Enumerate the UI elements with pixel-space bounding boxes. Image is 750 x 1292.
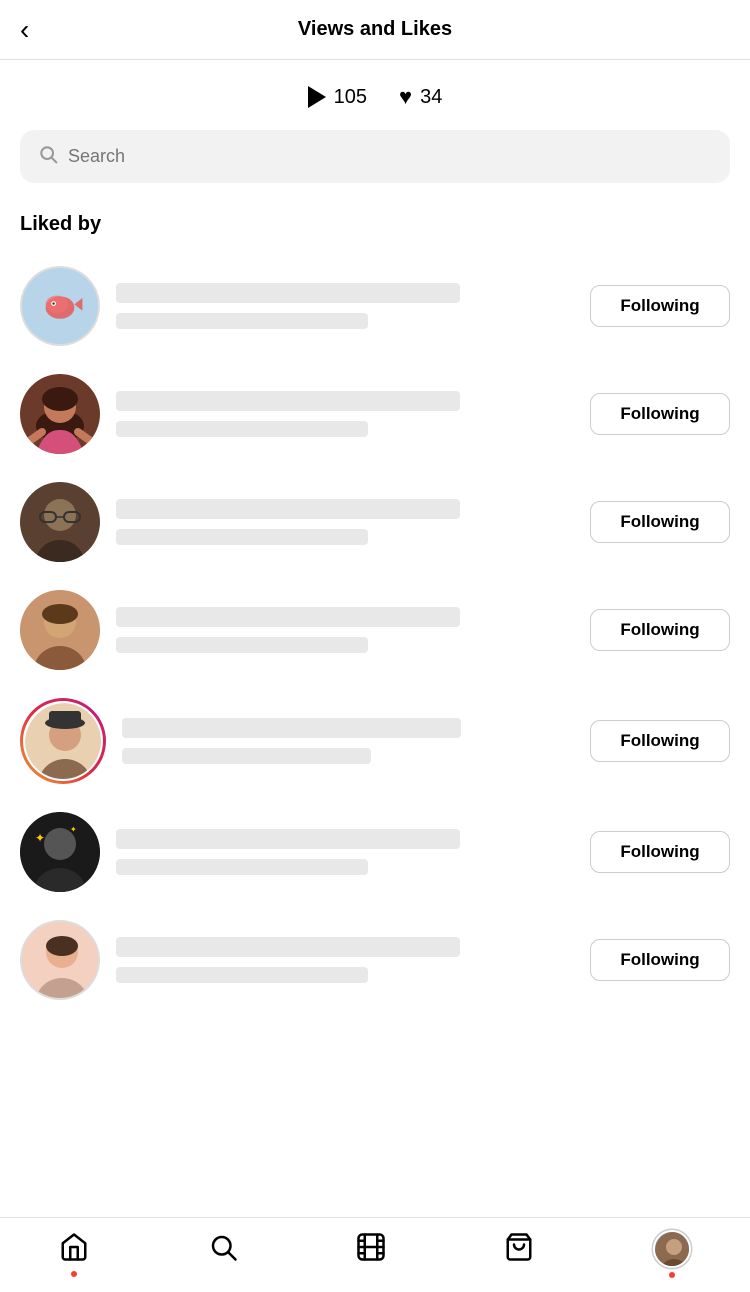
avatar xyxy=(20,920,100,1000)
reels-icon xyxy=(356,1232,386,1267)
views-count: 105 xyxy=(334,86,367,109)
nav-profile[interactable] xyxy=(653,1230,691,1268)
following-button[interactable]: Following xyxy=(590,720,730,762)
search-bar xyxy=(20,130,730,183)
list-item: Following xyxy=(0,468,750,576)
following-button[interactable]: Following xyxy=(590,939,730,981)
following-button[interactable]: Following xyxy=(590,501,730,543)
handle-placeholder xyxy=(116,967,368,983)
back-button[interactable]: ‹ xyxy=(20,16,29,44)
profile-avatar xyxy=(653,1230,691,1268)
avatar-story-ring xyxy=(20,698,106,784)
handle-placeholder xyxy=(116,637,368,653)
user-info xyxy=(122,718,574,764)
avatar xyxy=(20,482,100,562)
svg-text:✦: ✦ xyxy=(35,831,45,845)
avatar: ✦ ✦ xyxy=(20,812,100,892)
username-placeholder xyxy=(116,499,460,519)
handle-placeholder xyxy=(116,421,368,437)
play-icon xyxy=(308,86,326,108)
search-nav-icon xyxy=(208,1232,238,1267)
nav-home[interactable] xyxy=(59,1232,89,1267)
username-placeholder xyxy=(116,829,460,849)
user-list: Following Following xyxy=(0,252,750,1114)
username-placeholder xyxy=(116,937,460,957)
handle-placeholder xyxy=(116,859,368,875)
list-item: Following xyxy=(0,684,750,798)
search-icon xyxy=(38,144,58,169)
handle-placeholder xyxy=(116,529,368,545)
svg-text:✦: ✦ xyxy=(70,825,77,834)
following-button[interactable]: Following xyxy=(590,831,730,873)
user-info xyxy=(116,391,574,437)
username-placeholder xyxy=(122,718,461,738)
user-info xyxy=(116,829,574,875)
avatar xyxy=(20,266,100,346)
likes-count: 34 xyxy=(420,86,442,109)
heart-icon: ♥ xyxy=(399,84,412,110)
username-placeholder xyxy=(116,391,460,411)
handle-placeholder xyxy=(116,313,368,329)
list-item: ✦ ✦ Following xyxy=(0,798,750,906)
following-button[interactable]: Following xyxy=(590,285,730,327)
list-item: Following xyxy=(0,906,750,1014)
search-input[interactable] xyxy=(68,146,712,167)
nav-reels[interactable] xyxy=(356,1232,386,1267)
search-container xyxy=(0,130,750,203)
following-button[interactable]: Following xyxy=(590,609,730,651)
list-item: Following xyxy=(0,576,750,684)
following-button[interactable]: Following xyxy=(590,393,730,435)
handle-placeholder xyxy=(122,748,371,764)
stats-row: 105 ♥ 34 xyxy=(0,60,750,130)
user-info xyxy=(116,283,574,329)
username-placeholder xyxy=(116,283,460,303)
home-dot xyxy=(71,1271,77,1277)
user-info xyxy=(116,607,574,653)
user-info xyxy=(116,499,574,545)
home-icon xyxy=(59,1232,89,1267)
header: ‹ Views and Likes xyxy=(0,0,750,60)
username-placeholder xyxy=(116,607,460,627)
liked-by-heading: Liked by xyxy=(0,203,750,252)
avatar xyxy=(20,590,100,670)
likes-stat: ♥ 34 xyxy=(399,84,442,110)
nav-shop[interactable] xyxy=(504,1232,534,1267)
bottom-nav xyxy=(0,1217,750,1292)
nav-search[interactable] xyxy=(208,1232,238,1267)
shop-icon xyxy=(504,1232,534,1267)
list-item: Following xyxy=(0,360,750,468)
page-title: Views and Likes xyxy=(298,18,452,41)
list-item: Following xyxy=(0,252,750,360)
avatar xyxy=(20,374,100,454)
views-stat: 105 xyxy=(308,86,367,109)
profile-dot xyxy=(669,1272,675,1278)
user-info xyxy=(116,937,574,983)
